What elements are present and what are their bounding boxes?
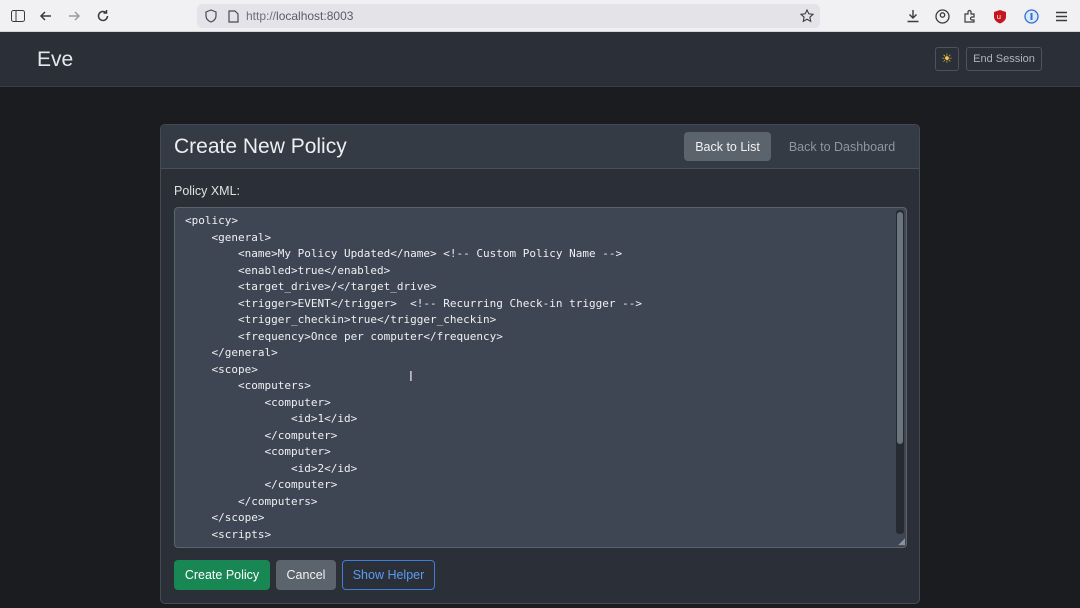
show-helper-button[interactable]: Show Helper	[342, 560, 435, 590]
xml-line: <scope>	[185, 362, 258, 376]
card-header: Create New Policy Back to List Back to D…	[161, 125, 919, 169]
text-cursor-icon: I	[409, 370, 413, 385]
back-to-list-button[interactable]: Back to List	[684, 132, 771, 161]
xml-content: <policy> <general> <name>My Policy Updat…	[185, 213, 885, 543]
browser-toolbar: http://localhost:8003 u	[0, 0, 1080, 32]
xml-line: <general>	[185, 230, 272, 244]
xml-line: <id>1</id>	[185, 412, 358, 425]
sun-icon: ☀	[941, 51, 953, 66]
forward-icon[interactable]	[64, 6, 84, 26]
svg-text:u: u	[997, 13, 1001, 21]
menu-icon[interactable]	[1051, 6, 1071, 26]
xml-line: <id>2</id>	[185, 461, 358, 475]
xml-line: <computers>	[185, 379, 311, 392]
xml-line: </computer>	[185, 428, 338, 442]
create-policy-button[interactable]: Create Policy	[174, 560, 270, 590]
resize-handle-icon[interactable]: ◢	[896, 537, 905, 546]
scrollbar-thumb[interactable]	[897, 212, 903, 444]
end-session-button[interactable]: End Session	[966, 47, 1042, 71]
xml-line: <name>My Policy Updated</name> <!-- Cust…	[185, 247, 623, 260]
policy-xml-textarea[interactable]: <policy> <general> <name>My Policy Updat…	[174, 207, 907, 548]
xml-line: <policy>	[185, 214, 238, 227]
page-title: Create New Policy	[174, 135, 347, 158]
policy-xml-label: Policy XML:	[174, 184, 240, 198]
xml-line: <frequency>Once per computer</frequency>	[185, 329, 503, 343]
download-icon[interactable]	[903, 6, 923, 26]
xml-line: <trigger>EVENT</trigger> <!-- Recurring …	[185, 296, 642, 310]
extensions-icon[interactable]	[960, 6, 980, 26]
sidebar-icon[interactable]	[8, 6, 28, 26]
account-icon[interactable]	[932, 6, 952, 26]
brand-logo-text[interactable]: Eve	[37, 48, 73, 72]
ublock-icon[interactable]: u	[990, 6, 1010, 26]
xml-line: <trigger_checkin>true</trigger_checkin>	[185, 313, 497, 326]
password-manager-icon[interactable]	[1021, 6, 1041, 26]
xml-line: </computer>	[185, 478, 338, 491]
xml-line: <computer>	[185, 395, 331, 409]
xml-line: <enabled>true</enabled>	[185, 263, 391, 277]
shield-icon[interactable]	[201, 6, 221, 26]
xml-line: </scope>	[185, 511, 265, 524]
back-icon[interactable]	[36, 6, 56, 26]
address-bar[interactable]: http://localhost:8003	[197, 4, 820, 28]
reload-icon[interactable]	[93, 6, 113, 26]
xml-line: <computer>	[185, 445, 331, 458]
xml-line: <target_drive>/</target_drive>	[185, 280, 437, 293]
app-navbar: Eve	[0, 32, 1080, 87]
bookmark-star-icon[interactable]	[797, 6, 817, 26]
url-text: http://localhost:8003	[246, 9, 354, 23]
xml-line: </computers>	[185, 494, 318, 508]
back-to-dashboard-link[interactable]: Back to Dashboard	[779, 132, 905, 161]
xml-line: <scripts>	[185, 527, 272, 541]
theme-toggle-button[interactable]: ☀	[935, 47, 959, 71]
textarea-scrollbar[interactable]	[896, 210, 904, 534]
create-policy-card: Create New Policy Back to List Back to D…	[160, 124, 920, 604]
cancel-button[interactable]: Cancel	[276, 560, 336, 590]
xml-line: </general>	[185, 346, 278, 359]
page-icon	[223, 6, 243, 26]
